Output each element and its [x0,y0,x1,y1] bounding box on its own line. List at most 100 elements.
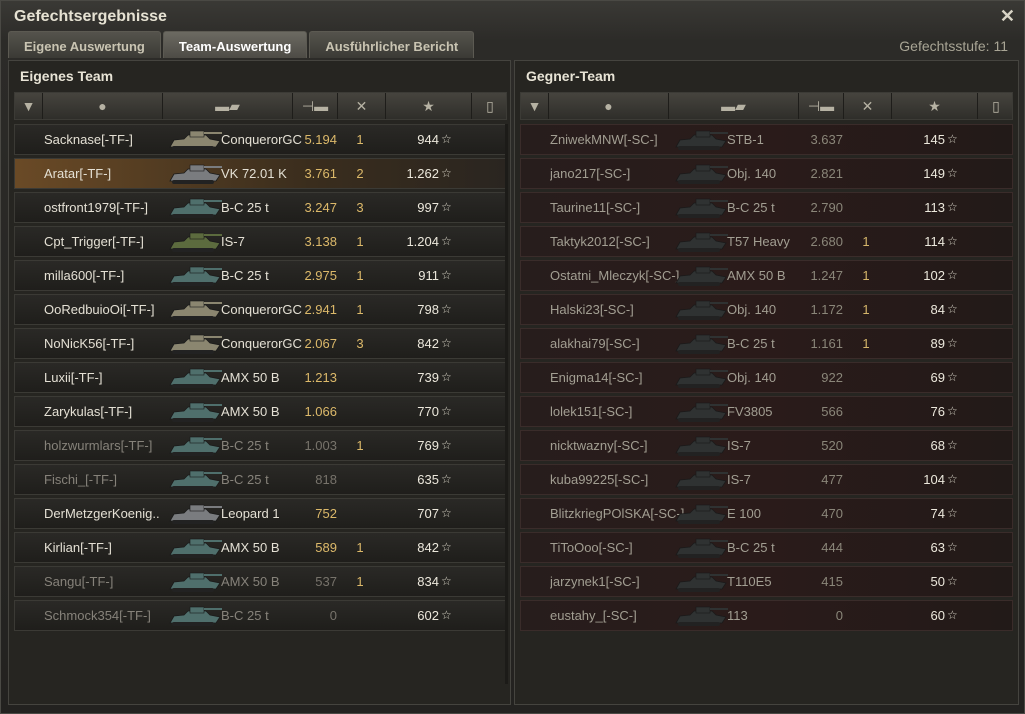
tank-icon [166,363,224,392]
table-row[interactable]: Fischi_[-TF-] B-C 25 t 818 635 ☆ [14,464,507,495]
damage-value: 470 [821,506,843,521]
tank-icon[interactable]: ▬▰ [669,93,799,119]
table-row[interactable]: ostfront1979[-TF-] B-C 25 t 3.247 3 997 ☆ [14,192,507,223]
xp-value: 68 [930,438,945,453]
damage-value: 2.821 [810,166,843,181]
tank-icon[interactable]: ▬▰ [163,93,293,119]
damage-value: 3.761 [304,166,337,181]
kills-value [345,363,375,392]
table-row[interactable]: jano217[-SC-] Obj. 140 2.821 149 ☆ [520,158,1013,189]
player-name: TiToOoo[-SC-] [550,540,633,555]
battle-tier-label: Gefechtsstufe: 11 [899,38,1008,54]
damage-value: 2.067 [304,336,337,351]
table-row[interactable]: Aratar[-TF-] VK 72.01 K 3.761 2 1.262 ☆ [14,158,507,189]
damage-icon[interactable]: ⊣▬ [293,93,338,119]
rank-icon[interactable]: ▼ [521,93,549,119]
table-row[interactable]: DerMetzgerKoenig.. Leopard 1 752 707 ☆ [14,498,507,529]
table-row[interactable]: milla600[-TF-] B-C 25 t 2.975 1 911 ☆ [14,260,507,291]
tank-icon [672,431,730,460]
table-row[interactable]: lolek151[-SC-] FV3805 566 76 ☆ [520,396,1013,427]
table-row[interactable]: Sacknase[-TF-] ConquerorGC 5.194 1 944 ☆ [14,124,507,155]
kills-value: 1 [862,302,870,317]
table-row[interactable]: Sangu[-TF-] AMX 50 B 537 1 834 ☆ [14,566,507,597]
table-row[interactable]: Taktyk2012[-SC-] T57 Heavy 2.680 1 114 ☆ [520,226,1013,257]
rank-icon[interactable]: ▼ [15,93,43,119]
player-name: Enigma14[-SC-] [550,370,643,385]
enemy-team-header: ▼ ● ▬▰ ⊣▬ ✕ ★ ▯ [520,92,1013,120]
damage-value: 3.637 [810,132,843,147]
tank-icon [672,397,730,426]
tank-icon [166,159,224,188]
table-row[interactable]: Schmock354[-TF-] B-C 25 t 0 602 ☆ [14,600,507,631]
damage-value: 2.941 [304,302,337,317]
damage-value: 444 [821,540,843,555]
player-name: eustahy_[-SC-] [550,608,637,623]
table-row[interactable]: TiToOoo[-SC-] B-C 25 t 444 63 ☆ [520,532,1013,563]
xp-value: 74 [930,506,945,521]
xp-value: 145 [923,132,945,147]
table-row[interactable]: nicktwazny[-SC-] IS-7 520 68 ☆ [520,430,1013,461]
table-row[interactable]: jarzynek1[-SC-] T110E5 415 50 ☆ [520,566,1013,597]
table-row[interactable]: eustahy_[-SC-] 113 0 60 ☆ [520,600,1013,631]
tank-icon [166,329,224,358]
tab-team-auswertung[interactable]: Team-Auswertung [162,31,308,58]
table-row[interactable]: holzwurmlars[-TF-] B-C 25 t 1.003 1 769 ☆ [14,430,507,461]
own-team-list: Sacknase[-TF-] ConquerorGC 5.194 1 944 ☆ Arata… [14,124,507,634]
table-row[interactable]: Halski23[-SC-] Obj. 140 1.172 1 84 ☆ [520,294,1013,325]
medal-icon[interactable]: ▯ [978,93,1014,119]
player-name: NoNicK56[-TF-] [44,336,135,351]
player-name: kuba99225[-SC-] [550,472,649,487]
table-row[interactable]: Zarykulas[-TF-] AMX 50 B 1.066 770 ☆ [14,396,507,427]
tank-icon [672,295,730,324]
damage-value: 0 [329,608,337,623]
tab-eigene-auswertung[interactable]: Eigene Auswertung [8,31,161,58]
table-row[interactable]: BlitzkriegPOlSKA[-SC-] E 100 470 74 ☆ [520,498,1013,529]
player-icon[interactable]: ● [43,93,163,119]
player-name: Taktyk2012[-SC-] [550,234,650,249]
kills-value [345,499,375,528]
table-row[interactable]: Taurine11[-SC-] B-C 25 t 2.790 113 ☆ [520,192,1013,223]
star-icon: ☆ [441,268,452,282]
star-icon: ☆ [441,234,452,248]
star-icon: ☆ [441,506,452,520]
tank-icon [672,601,730,630]
player-name: Sangu[-TF-] [44,574,114,589]
table-row[interactable]: kuba99225[-SC-] IS-7 477 104 ☆ [520,464,1013,495]
player-icon[interactable]: ● [549,93,669,119]
table-row[interactable]: Cpt_Trigger[-TF-] IS-7 3.138 1 1.204 ☆ [14,226,507,257]
star-icon: ☆ [441,574,452,588]
kills-value: 1 [862,268,870,283]
table-row[interactable]: alakhai79[-SC-] B-C 25 t 1.161 1 89 ☆ [520,328,1013,359]
scrollbar[interactable] [505,124,508,684]
player-name: Luxii[-TF-] [44,370,103,385]
player-name: holzwurmlars[-TF-] [44,438,153,453]
tank-icon [166,397,224,426]
medal-icon[interactable]: ▯ [472,93,508,119]
damage-value: 3.138 [304,234,337,249]
table-row[interactable]: Luxii[-TF-] AMX 50 B 1.213 739 ☆ [14,362,507,393]
table-row[interactable]: Ostatni_Mleczyk[-SC-] AMX 50 B 1.247 1 102 ☆ [520,260,1013,291]
kills-icon[interactable]: ✕ [844,93,892,119]
kills-icon[interactable]: ✕ [338,93,386,119]
table-row[interactable]: NoNicK56[-TF-] ConquerorGC 2.067 3 842 ☆ [14,328,507,359]
xp-value: 50 [930,574,945,589]
tab-ausfuehrlicher-bericht[interactable]: Ausführlicher Bericht [309,31,475,58]
star-icon[interactable]: ★ [386,93,472,119]
table-row[interactable]: OoRedbuioOi[-TF-] ConquerorGC 2.941 1 798 ☆ [14,294,507,325]
close-icon[interactable]: ✕ [1000,6,1015,27]
window-title: Gefechtsergebnisse [14,8,167,25]
xp-value: 944 [417,132,439,147]
tank-icon [166,193,224,222]
table-row[interactable]: Kirlian[-TF-] AMX 50 B 589 1 842 ☆ [14,532,507,563]
tank-icon [672,499,730,528]
star-icon[interactable]: ★ [892,93,978,119]
tank-icon [672,159,730,188]
kills-value [851,465,881,494]
kills-value [851,397,881,426]
table-row[interactable]: ZniwekMNW[-SC-] STB-1 3.637 145 ☆ [520,124,1013,155]
kills-value: 1 [862,336,870,351]
table-row[interactable]: Enigma14[-SC-] Obj. 140 922 69 ☆ [520,362,1013,393]
damage-icon[interactable]: ⊣▬ [799,93,844,119]
tank-icon [166,295,224,324]
kills-value: 1 [356,574,364,589]
